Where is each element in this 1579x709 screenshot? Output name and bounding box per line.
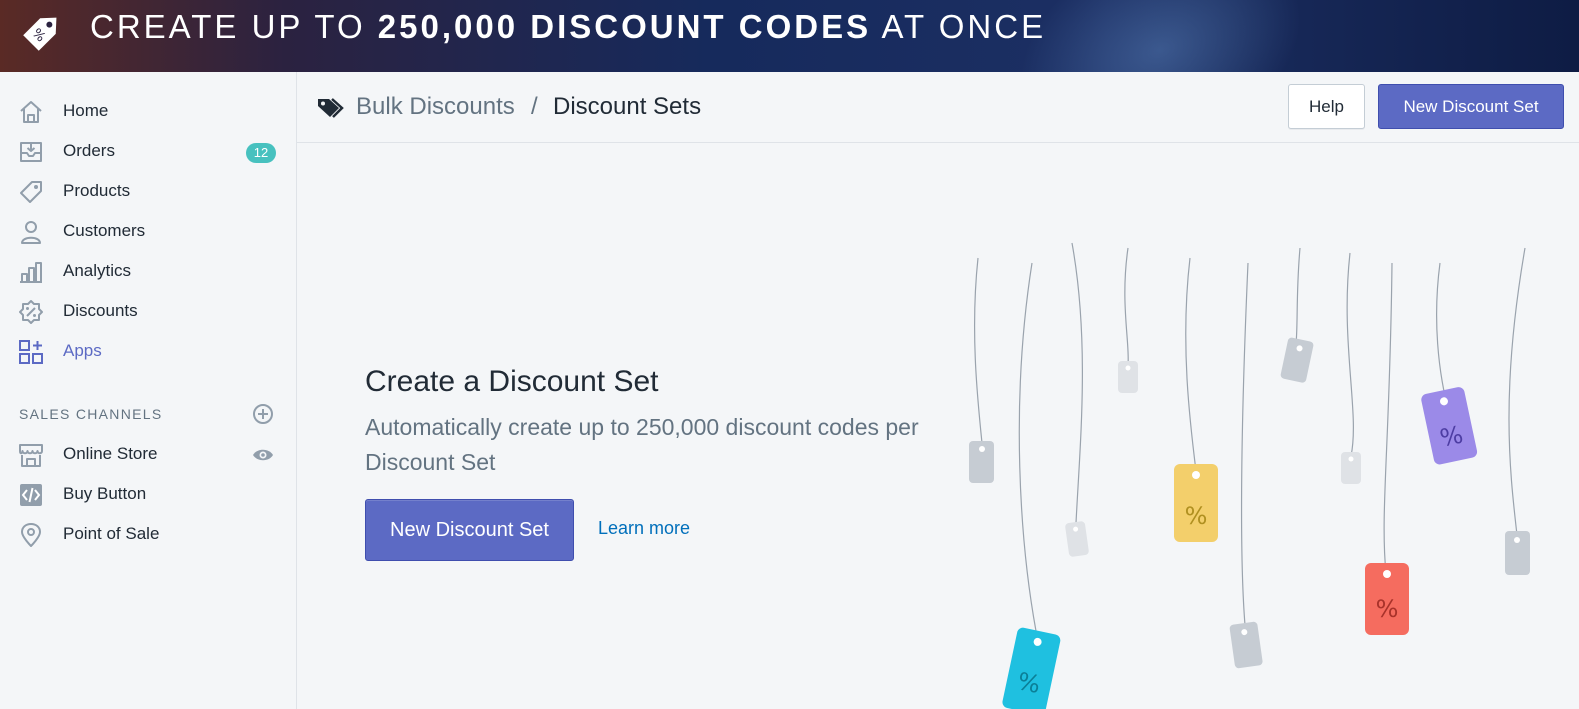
user-icon [21, 221, 41, 244]
discount-tag-icon: % [23, 17, 57, 51]
empty-state-description: Automatically create up to 250,000 disco… [365, 414, 919, 475]
breadcrumb-app-link[interactable]: Bulk Discounts [356, 93, 515, 121]
grey-tag-4 [1229, 621, 1263, 669]
sidebar-item-label: Products [63, 181, 131, 200]
breadcrumb-separator: / [531, 93, 538, 120]
sidebar-item-label: Apps [63, 341, 102, 360]
sidebar-item-label: Orders [63, 141, 115, 160]
sidebar-item-label: Analytics [63, 261, 132, 280]
code-icon [20, 484, 42, 506]
add-channel-icon[interactable] [252, 403, 274, 425]
sidebar-item-customers[interactable]: Customers [0, 213, 296, 249]
sidebar-item-label: Buy Button [63, 484, 147, 503]
sidebar-item-home[interactable]: Home [0, 93, 296, 129]
help-button[interactable]: Help [1288, 84, 1365, 129]
yellow-tag: % [1174, 464, 1218, 542]
store-icon [19, 444, 43, 467]
sidebar-item-label: Online Store [63, 444, 158, 463]
red-tag: % [1365, 563, 1409, 635]
home-icon [20, 101, 42, 123]
grey-tag-7 [1505, 531, 1530, 575]
orders-count-badge: 12 [246, 143, 276, 163]
location-pin-icon [21, 523, 41, 547]
sidebar-item-label: Point of Sale [63, 524, 160, 543]
page-header: Bulk Discounts / Discount Sets Help New … [297, 72, 1579, 143]
sidebar-item-buy-button[interactable]: Buy Button [0, 476, 296, 512]
tag-icon [20, 181, 42, 203]
sidebar: Home Orders Products Customers Analytics… [0, 72, 297, 709]
orders-icon [20, 142, 42, 162]
grey-tag-3 [1118, 361, 1138, 393]
page-title: Discount Sets [553, 93, 702, 120]
purple-tag: % [1421, 387, 1478, 465]
sidebar-item-products[interactable]: Products [0, 173, 296, 209]
svg-text:%: % [1185, 502, 1208, 530]
promo-banner: % CREATE UP TO 250,000 DISCOUNT CODES AT… [0, 0, 1579, 72]
new-discount-set-button[interactable]: New Discount Set [1378, 84, 1564, 129]
discount-icon [19, 300, 43, 324]
grey-tag-2 [1065, 521, 1089, 557]
hanging-tags-illustration: % % % % [969, 242, 1530, 709]
sidebar-item-apps[interactable]: Apps [0, 333, 296, 369]
learn-more-link[interactable]: Learn more [598, 518, 690, 539]
apps-icon [19, 340, 43, 364]
sales-channels-heading: SALES CHANNELS [19, 406, 163, 422]
svg-text:%: % [1376, 595, 1399, 623]
sidebar-item-analytics[interactable]: Analytics [0, 253, 296, 289]
grey-tag-6 [1341, 452, 1361, 484]
bar-chart-icon [20, 262, 42, 283]
empty-state-title: Create a Discount Set [365, 365, 659, 398]
banner-headline: CREATE UP TO 250,000 DISCOUNT CODES AT O… [90, 8, 1047, 45]
create-discount-set-button[interactable]: New Discount Set [365, 499, 574, 561]
sidebar-item-label: Customers [63, 221, 146, 240]
cyan-tag: % [1002, 627, 1061, 709]
sidebar-item-label: Discounts [63, 301, 138, 320]
eye-icon[interactable] [252, 444, 274, 466]
tags-icon [318, 98, 344, 118]
sidebar-item-label: Home [63, 101, 109, 120]
sidebar-item-discounts[interactable]: Discounts [0, 293, 296, 329]
grey-tag-5 [1280, 337, 1314, 383]
grey-tag-1 [969, 441, 994, 483]
sidebar-item-point-of-sale[interactable]: Point of Sale [0, 516, 296, 552]
